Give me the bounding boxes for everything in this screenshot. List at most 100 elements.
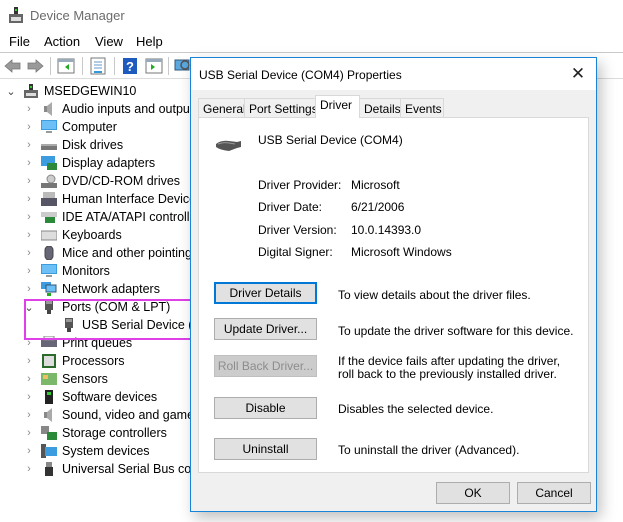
tree-item[interactable]: › Processors: [22, 352, 125, 370]
tab-driver[interactable]: Driver: [315, 95, 360, 118]
chevron-right-icon[interactable]: ›: [22, 373, 36, 385]
tree-item-label: Sensors: [62, 372, 108, 386]
driver-provider-value: Microsoft: [351, 178, 400, 192]
menu-action[interactable]: Action: [44, 34, 80, 49]
dvd-drive-icon: [41, 174, 57, 188]
uninstall-desc: To uninstall the driver (Advanced).: [338, 443, 520, 457]
tree-item-label: System devices: [62, 444, 150, 458]
tree-item-label: Computer: [62, 120, 117, 134]
digital-signer-value: Microsoft Windows: [351, 245, 452, 259]
cancel-button[interactable]: Cancel: [517, 482, 591, 504]
port-device-icon: [216, 140, 241, 151]
driver-tab-panel: USB Serial Device (COM4) Driver Provider…: [198, 117, 589, 473]
chevron-down-icon[interactable]: ⌄: [4, 85, 18, 98]
keyboard-icon: [41, 230, 57, 241]
tab-details[interactable]: Details: [359, 98, 401, 117]
tree-item[interactable]: › DVD/CD-ROM drives: [22, 172, 180, 190]
action-pane-icon[interactable]: [145, 57, 163, 75]
chevron-right-icon[interactable]: ›: [22, 229, 36, 241]
app-title: Device Manager: [30, 8, 125, 23]
tree-item-label: Display adapters: [62, 156, 156, 170]
chevron-right-icon[interactable]: ›: [22, 211, 36, 223]
tree-item[interactable]: › Disk drives: [22, 136, 123, 154]
dialog-title: USB Serial Device (COM4) Properties: [199, 68, 402, 82]
ok-button[interactable]: OK: [436, 482, 510, 504]
storage-controller-icon: [41, 426, 57, 440]
device-name: USB Serial Device (COM4): [258, 133, 403, 147]
device-manager-icon: [9, 7, 23, 23]
menu-bar: File Action View Help: [0, 30, 623, 52]
driver-details-button[interactable]: Driver Details: [214, 282, 317, 304]
tree-item[interactable]: › Monitors: [22, 262, 110, 280]
disk-drive-icon: [41, 144, 57, 150]
toolbar-separator: [82, 57, 83, 75]
driver-details-desc: To view details about the driver files.: [338, 288, 531, 302]
tree-item[interactable]: › Keyboards: [22, 226, 122, 244]
chevron-right-icon[interactable]: ›: [22, 409, 36, 421]
forward-icon[interactable]: [26, 57, 44, 75]
chevron-right-icon[interactable]: ›: [22, 103, 36, 115]
mouse-icon: [44, 246, 54, 260]
monitor-icon: [41, 264, 57, 277]
system-device-icon: [41, 444, 57, 458]
tree-item[interactable]: › Storage controllers: [22, 424, 167, 442]
tree-item-label: Disk drives: [62, 138, 124, 152]
tree-item[interactable]: › Network adapters: [22, 280, 160, 298]
tree-item[interactable]: › Software devices: [22, 388, 157, 406]
properties-dialog: USB Serial Device (COM4) Properties ✕ Ge…: [190, 57, 597, 512]
roll-back-driver-desc: If the device fails after updating the d…: [338, 354, 561, 381]
display-adapter-icon: [41, 156, 57, 170]
ide-controller-icon: [41, 212, 57, 223]
network-adapter-icon: [41, 282, 57, 296]
tree-item[interactable]: › Sensors: [22, 370, 108, 388]
chevron-right-icon[interactable]: ›: [22, 391, 36, 403]
tab-port-settings[interactable]: Port Settings: [244, 98, 318, 117]
update-driver-button[interactable]: Update Driver...: [214, 318, 317, 340]
toolbar-separator: [50, 57, 51, 75]
tree-item-label: Audio inputs and outputs: [62, 102, 200, 116]
help-icon[interactable]: ?: [121, 57, 139, 75]
digital-signer-label: Digital Signer:: [258, 245, 333, 259]
software-device-icon: [45, 390, 53, 404]
chevron-right-icon[interactable]: ›: [22, 175, 36, 187]
tree-item[interactable]: › System devices: [22, 442, 150, 460]
tree-item[interactable]: › Display adapters: [22, 154, 155, 172]
chevron-right-icon[interactable]: ›: [22, 265, 36, 277]
chevron-right-icon[interactable]: ›: [22, 427, 36, 439]
show-hide-console-tree-icon[interactable]: [57, 57, 75, 75]
chevron-right-icon[interactable]: ›: [22, 247, 36, 259]
driver-date-value: 6/21/2006: [351, 200, 405, 214]
chevron-right-icon[interactable]: ›: [22, 157, 36, 169]
hid-icon: [41, 192, 57, 206]
svg-text:?: ?: [126, 59, 134, 74]
tree-item-label: Human Interface Devices: [62, 192, 203, 206]
disable-button[interactable]: Disable: [214, 397, 317, 419]
toolbar-separator: [168, 57, 169, 75]
tab-events[interactable]: Events: [400, 98, 444, 117]
menu-help[interactable]: Help: [136, 34, 163, 49]
tree-item[interactable]: › IDE ATA/ATAPI controllers: [22, 208, 207, 226]
toolbar-separator: [114, 57, 115, 75]
chevron-right-icon[interactable]: ›: [22, 121, 36, 133]
properties-icon[interactable]: [89, 57, 107, 75]
uninstall-button[interactable]: Uninstall: [214, 438, 317, 460]
chevron-right-icon[interactable]: ›: [22, 445, 36, 457]
back-icon[interactable]: [4, 57, 22, 75]
chevron-right-icon[interactable]: ›: [22, 355, 36, 367]
processor-icon: [42, 354, 56, 368]
menu-file[interactable]: File: [9, 34, 30, 49]
menu-view[interactable]: View: [95, 34, 123, 49]
tree-item[interactable]: › Computer: [22, 118, 117, 136]
tree-item[interactable]: › Audio inputs and outputs: [22, 100, 200, 118]
tree-item[interactable]: › Human Interface Devices: [22, 190, 202, 208]
tree-item-label: Software devices: [62, 390, 158, 404]
roll-back-driver-button[interactable]: Roll Back Driver...: [214, 355, 317, 377]
chevron-right-icon[interactable]: ›: [22, 463, 36, 475]
chevron-right-icon[interactable]: ›: [22, 193, 36, 205]
chevron-right-icon[interactable]: ›: [22, 283, 36, 295]
tree-item-label: Storage controllers: [62, 426, 167, 440]
tab-general[interactable]: General: [198, 98, 246, 117]
tree-root[interactable]: ⌄ MSEDGEWIN10: [4, 82, 136, 100]
close-icon[interactable]: ✕: [568, 64, 588, 84]
chevron-right-icon[interactable]: ›: [22, 139, 36, 151]
